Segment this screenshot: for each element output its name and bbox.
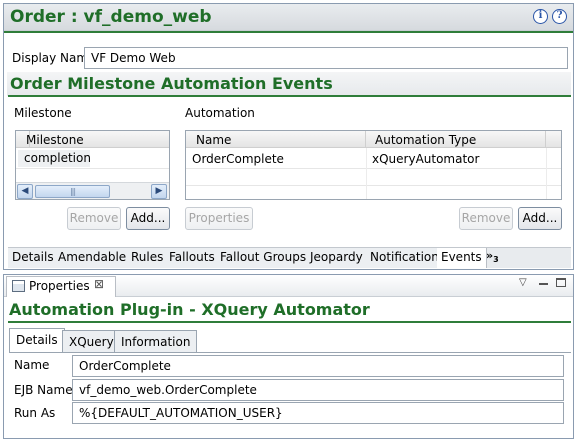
editor-page-tabs: Details Amendable Rules Fallouts Fallout… <box>8 247 571 268</box>
display-name-input[interactable]: VF Demo Web <box>84 47 568 69</box>
properties-heading-underline <box>8 321 571 323</box>
tabs-overflow-chevron[interactable]: »3 <box>486 249 499 264</box>
properties-view-tab[interactable]: Properties ⊠ <box>6 276 116 297</box>
properties-view-icon <box>12 280 25 292</box>
automation-group-label: Automation <box>185 106 255 120</box>
scroll-left-icon[interactable]: ◀ <box>17 184 33 199</box>
ejb-name-field[interactable]: vf_demo_web.OrderComplete <box>72 379 564 401</box>
milestone-column-header[interactable]: Milestone <box>20 131 169 148</box>
automation-table-header: Name Automation Type <box>186 131 561 148</box>
editor-title-bar: Order : vf_demo_web i ? <box>4 4 573 31</box>
section-title: Order Milestone Automation Events <box>10 74 333 93</box>
close-icon[interactable]: ⊠ <box>94 277 104 291</box>
prop-tab-details[interactable]: Details <box>9 328 65 352</box>
minimize-icon[interactable] <box>539 283 548 285</box>
automation-col-type[interactable]: Automation Type <box>366 131 546 148</box>
info-icon[interactable]: i <box>533 9 548 24</box>
milestone-hscrollbar[interactable]: ◀ ||| ▶ <box>16 182 169 199</box>
milestone-group-label: Milestone <box>14 106 72 120</box>
name-field[interactable]: OrderComplete <box>72 355 564 377</box>
editor-title: Order : vf_demo_web <box>10 7 212 27</box>
automation-row-name[interactable]: OrderComplete <box>186 151 366 169</box>
tab-fallout-groups[interactable]: Fallout Groups <box>216 248 312 268</box>
view-menu-icon[interactable]: ▽ <box>519 277 527 288</box>
tab-notification[interactable]: Notification <box>366 248 444 268</box>
column-divider <box>546 148 547 199</box>
tab-details[interactable]: Details <box>8 248 59 268</box>
overflow-count: 3 <box>493 255 499 265</box>
section-underline <box>8 95 571 97</box>
properties-heading: Automation Plug-in - XQuery Automator <box>9 300 370 319</box>
tab-fallouts[interactable]: Fallouts <box>165 248 220 268</box>
automation-add-button[interactable]: Add... <box>518 207 562 230</box>
automation-properties-button[interactable]: Properties <box>185 207 253 230</box>
column-divider <box>366 148 367 199</box>
run-as-label: Run As <box>14 406 56 420</box>
properties-view-title: Properties <box>29 279 90 293</box>
automation-row-type[interactable]: xQueryAutomator <box>366 151 546 169</box>
prop-tab-baseline <box>9 352 571 353</box>
automation-col-name[interactable]: Name <box>186 131 366 148</box>
automation-remove-button[interactable]: Remove <box>459 207 513 230</box>
help-icon[interactable]: ? <box>552 9 567 24</box>
milestone-row-completion[interactable]: completion <box>18 150 91 167</box>
row-divider <box>16 168 169 169</box>
scroll-thumb[interactable]: ||| <box>35 185 110 198</box>
ejb-name-label: EJB Name <box>14 383 73 397</box>
milestone-remove-button[interactable]: Remove <box>67 207 121 230</box>
milestone-table[interactable]: Milestone completion ◀ ||| ▶ <box>15 130 170 200</box>
row-divider <box>186 185 561 186</box>
prop-tab-xquery[interactable]: XQuery <box>62 330 121 352</box>
tab-rules[interactable]: Rules <box>127 248 169 268</box>
milestone-table-header: Milestone <box>16 131 169 148</box>
prop-tab-information[interactable]: Information <box>114 330 198 352</box>
name-label: Name <box>14 358 50 372</box>
automation-table[interactable]: Name Automation Type OrderComplete xQuer… <box>185 130 562 200</box>
scroll-right-icon[interactable]: ▶ <box>151 184 167 199</box>
run-as-field[interactable]: %{DEFAULT_AUTOMATION_USER} <box>72 402 564 424</box>
milestone-add-button[interactable]: Add... <box>126 207 170 230</box>
tab-amendable[interactable]: Amendable <box>54 248 132 268</box>
maximize-icon[interactable] <box>556 278 566 287</box>
title-underline <box>4 31 573 33</box>
display-name-label: Display Nam <box>12 51 89 65</box>
tab-events[interactable]: Events <box>437 248 487 268</box>
row-divider <box>186 168 561 169</box>
tab-jeopardy[interactable]: Jeopardy <box>306 248 368 268</box>
